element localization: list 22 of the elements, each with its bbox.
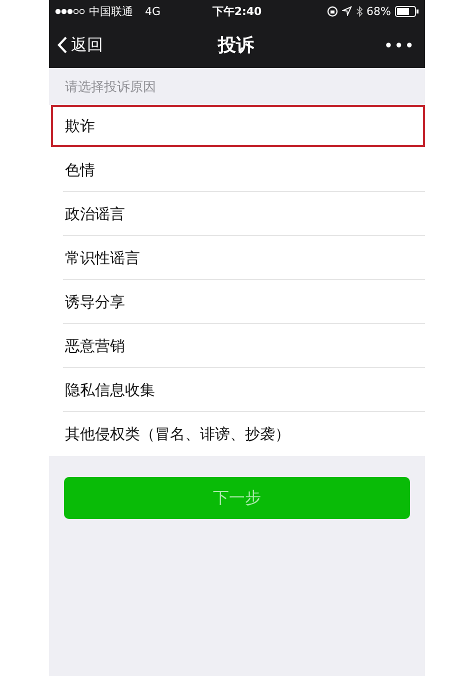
battery-icon (395, 6, 419, 16)
reason-item[interactable]: 隐私信息收集 (63, 368, 425, 412)
reason-item[interactable]: 色情 (63, 148, 425, 192)
reason-item[interactable]: 诱导分享 (63, 280, 425, 324)
battery-percent: 68% (366, 4, 391, 18)
back-button[interactable]: 返回 (57, 34, 127, 56)
reason-item[interactable]: 政治谣言 (63, 192, 425, 236)
reason-item[interactable]: 常识性谣言 (63, 236, 425, 280)
chevron-left-icon (57, 36, 68, 54)
section-header: 请选择投诉原因 (64, 79, 157, 97)
bluetooth-icon (356, 6, 363, 16)
reason-item[interactable]: 恶意营销 (63, 324, 425, 368)
location-icon (342, 6, 352, 16)
signal-icon (55, 8, 85, 14)
rotation-lock-icon (326, 6, 338, 16)
network-type: 4G (145, 4, 161, 18)
page-title: 投诉 (218, 34, 254, 57)
reason-item[interactable]: 欺诈 (51, 105, 425, 147)
carrier-name: 中国联通 (89, 4, 133, 18)
reason-item[interactable]: 其他侵权类（冒名、诽谤、抄袭） (63, 412, 425, 456)
status-time: 下午2:40 (212, 4, 262, 18)
more-button[interactable]: ••• (345, 36, 415, 54)
